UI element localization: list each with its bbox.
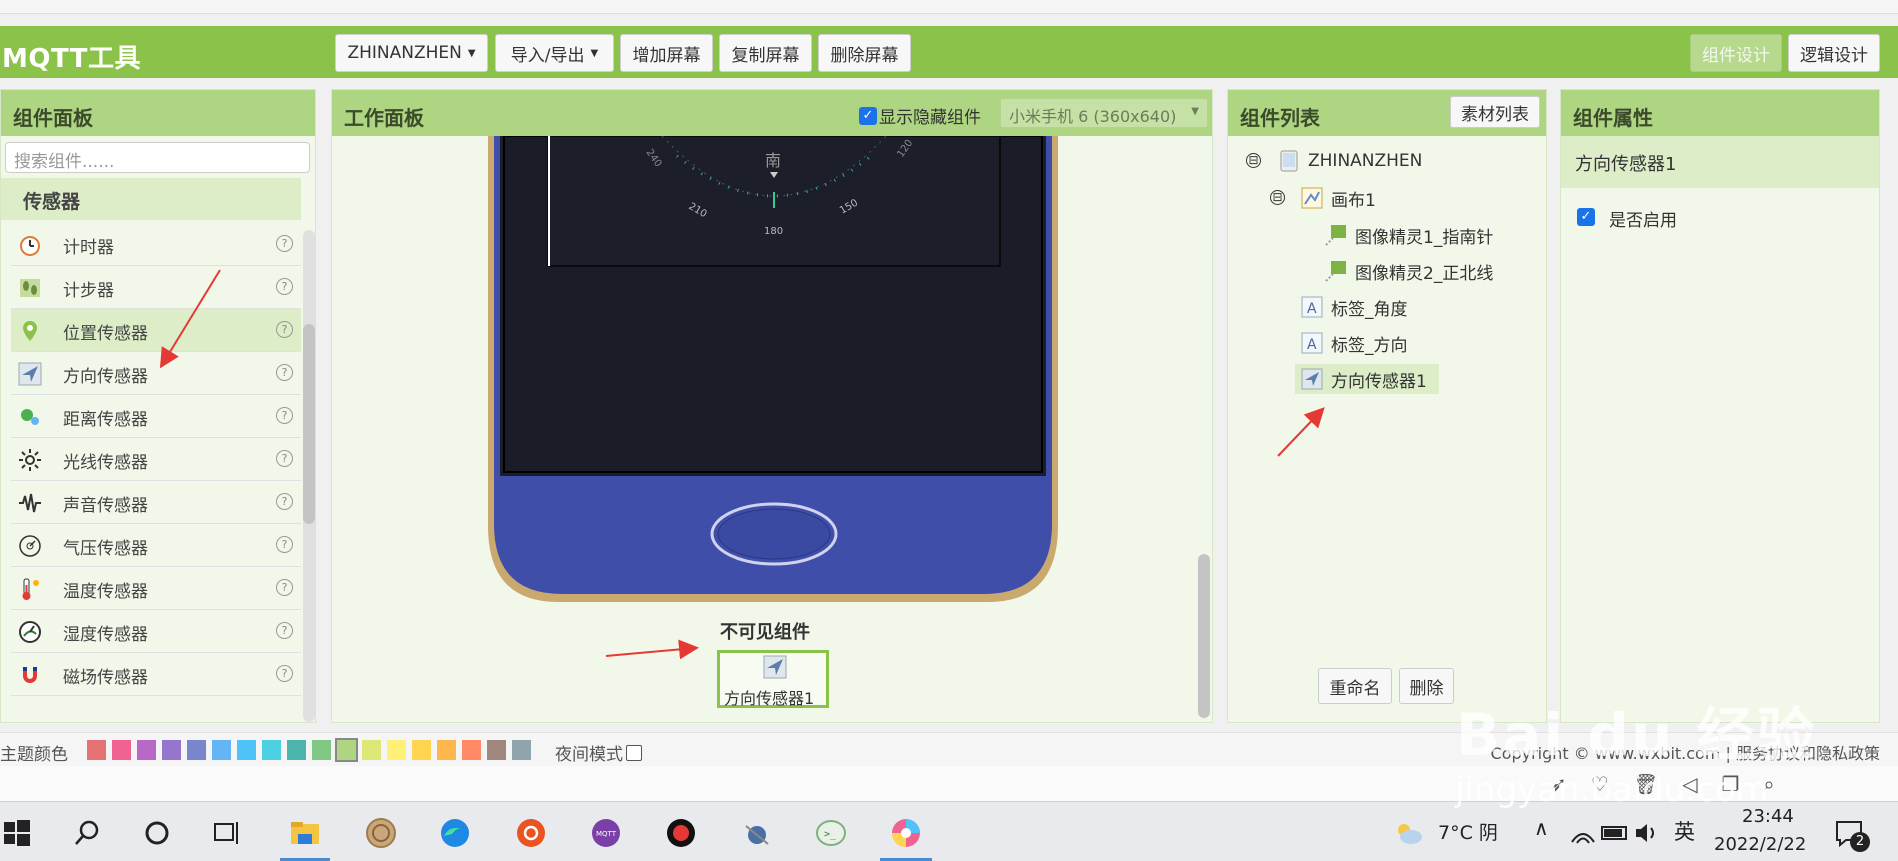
- baidu-watermark: Bai du 经验: [1456, 701, 1817, 769]
- arrow-to-tree-sensor: [1277, 407, 1325, 457]
- baidu-watermark-url: jingyan.baidu.com: [1455, 770, 1769, 810]
- arrow-to-invisible-component: [605, 639, 699, 660]
- arrow-to-orientation-palette: [159, 269, 221, 369]
